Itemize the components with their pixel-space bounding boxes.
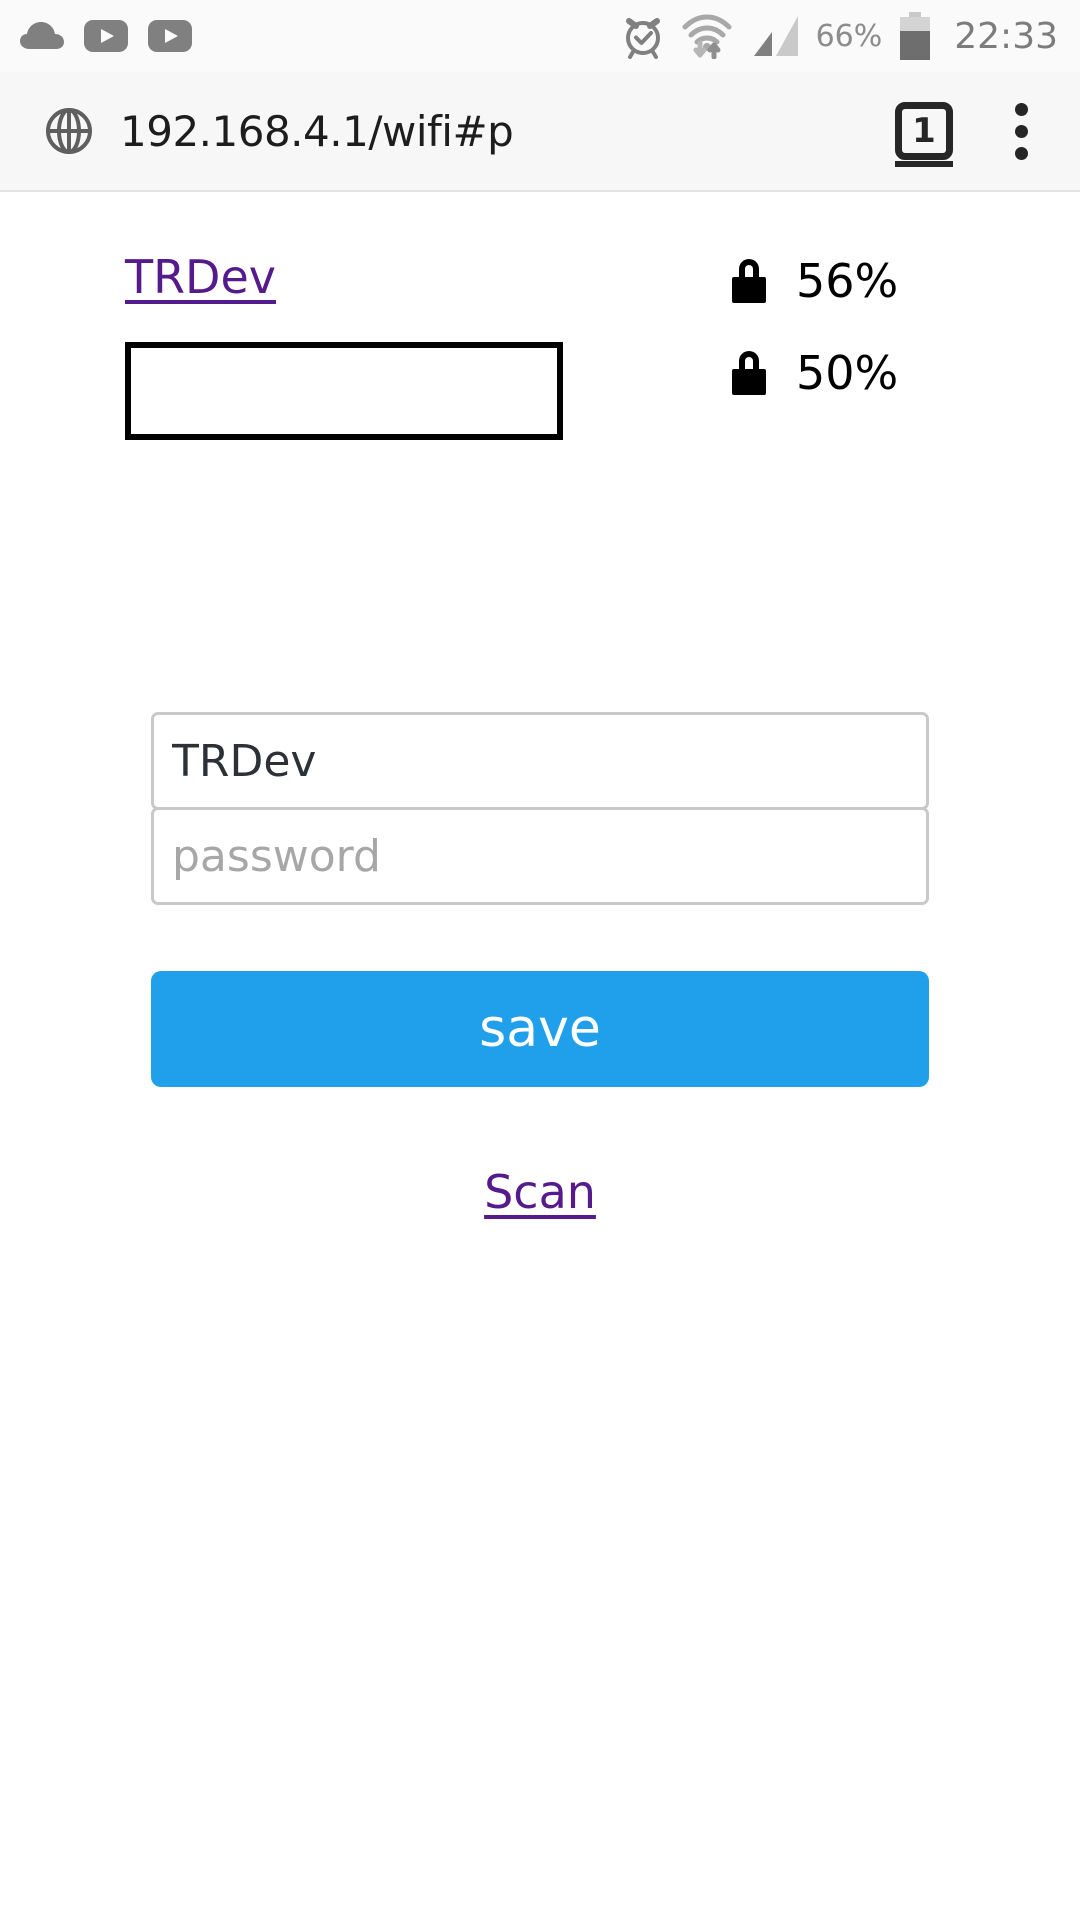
tab-counter-button[interactable]: 1 (895, 102, 953, 167)
browser-toolbar: 192.168.4.1/wifi#p 1 (0, 72, 1080, 192)
list-item: TRDev 56% (0, 250, 1080, 342)
ssid-input[interactable] (151, 712, 929, 810)
alarm-icon (625, 18, 660, 59)
network-name-cell (125, 342, 563, 440)
password-input[interactable] (151, 807, 929, 905)
youtube-icon (148, 20, 192, 52)
address-bar[interactable]: 192.168.4.1/wifi#p (44, 106, 895, 156)
cloud-icon (20, 22, 64, 49)
clock-label: 22:33 (954, 15, 1058, 57)
battery-percent-label: 66% (815, 18, 883, 54)
status-bar: 66% 22:33 (0, 0, 1080, 72)
network-ssid-box[interactable] (125, 342, 563, 440)
browser-actions: 1 (895, 97, 1054, 167)
lock-icon (732, 351, 766, 395)
wifi-credentials-form: save Scan (151, 712, 929, 1219)
tab-count-label: 1 (912, 111, 936, 151)
network-list: TRDev 56% 50% (0, 250, 1080, 440)
system-status-icons: 66% 22:33 (620, 12, 1058, 60)
kebab-menu-icon[interactable] (1003, 97, 1040, 166)
network-signal-cell: 50% (732, 346, 918, 400)
network-ssid-link[interactable]: TRDev (125, 250, 276, 304)
list-item: 50% (0, 342, 1080, 440)
network-name-cell: TRDev (125, 250, 276, 304)
network-signal-label: 56% (796, 254, 899, 308)
globe-icon (46, 108, 92, 154)
battery-icon (900, 12, 931, 60)
url-text: 192.168.4.1/wifi#p (120, 106, 514, 156)
network-signal-cell: 56% (732, 254, 918, 308)
wifi-config-page: TRDev 56% 50% save (0, 192, 1080, 1920)
cellular-signal-icon (753, 16, 798, 56)
wifi-transfer-icon (682, 14, 732, 59)
youtube-icon (84, 20, 128, 52)
notification-icons (20, 20, 192, 52)
lock-icon (732, 259, 766, 303)
save-button[interactable]: save (151, 971, 929, 1087)
scan-link-row: Scan (151, 1165, 929, 1219)
network-signal-label: 50% (796, 346, 899, 400)
scan-link[interactable]: Scan (484, 1165, 596, 1219)
